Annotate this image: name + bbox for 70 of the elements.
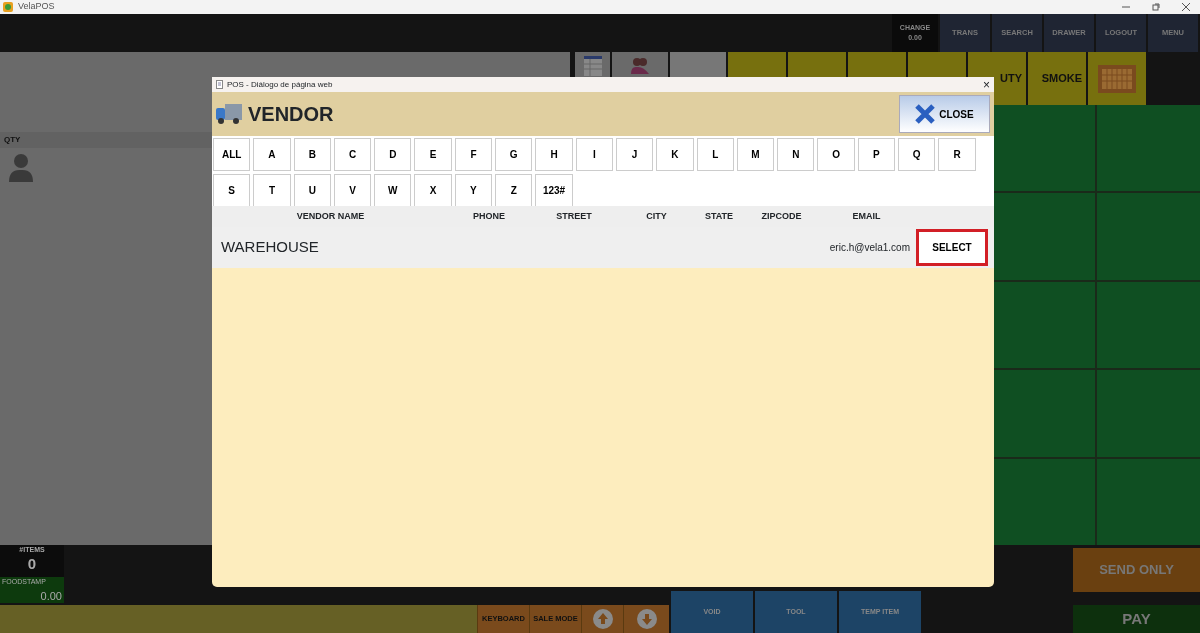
vendor-name: WAREHOUSE xyxy=(220,237,320,258)
item-tile[interactable] xyxy=(1097,458,1200,545)
letter-filter-button[interactable]: Y xyxy=(454,174,493,207)
scroll-up-button[interactable] xyxy=(581,605,623,633)
restore-icon[interactable] xyxy=(1152,3,1160,11)
letter-filter-button[interactable]: R xyxy=(938,138,976,171)
app-logo-icon xyxy=(3,2,13,12)
letter-filter-button[interactable]: Z xyxy=(495,174,533,207)
letter-filter-button[interactable]: C xyxy=(333,138,372,171)
dialog-close-button[interactable]: × xyxy=(983,77,990,94)
vendor-email: eric.h@vela1.com xyxy=(828,241,911,255)
letter-filter-button[interactable]: B xyxy=(293,138,331,171)
item-tile[interactable] xyxy=(992,370,1095,457)
column-header: STREET xyxy=(555,209,593,223)
item-tile[interactable] xyxy=(1097,370,1200,457)
letter-filter-button[interactable]: G xyxy=(495,138,533,171)
column-header: PHONE xyxy=(472,209,506,223)
people-icon xyxy=(630,56,650,74)
letter-filter-button[interactable]: N xyxy=(777,138,815,171)
select-button[interactable]: SELECT xyxy=(916,229,988,266)
category-button[interactable]: SMOKE xyxy=(1028,52,1086,105)
letter-filter-button[interactable]: F xyxy=(454,138,493,171)
letter-filter-button[interactable]: U xyxy=(293,174,331,207)
column-header: STATE xyxy=(703,209,735,223)
item-tile[interactable] xyxy=(1097,281,1200,369)
letter-filter-button[interactable]: X xyxy=(414,174,452,207)
item-tile[interactable] xyxy=(992,105,1095,192)
column-header: ZIPCODE xyxy=(760,209,803,223)
letter-filter-button[interactable]: A xyxy=(253,138,291,171)
page-icon xyxy=(216,80,223,89)
letter-filter-button[interactable]: Q xyxy=(898,138,936,171)
truck-icon xyxy=(216,104,242,124)
letter-filter-button[interactable]: I xyxy=(575,138,613,171)
table-icon xyxy=(583,56,602,76)
item-tile[interactable] xyxy=(1097,193,1200,280)
column-header: CITY xyxy=(645,209,668,223)
letter-filter-button[interactable]: O xyxy=(817,138,855,171)
letter-filter-button[interactable]: T xyxy=(253,174,291,207)
dialog-heading: VENDOR xyxy=(248,102,334,127)
item-tile[interactable] xyxy=(992,458,1095,545)
items-count: 0 xyxy=(26,555,38,572)
letter-filter-button[interactable]: ALL xyxy=(213,138,251,171)
item-tile[interactable] xyxy=(992,281,1095,369)
item-tile[interactable] xyxy=(992,193,1095,280)
foodstamp-value: 0.00 xyxy=(39,588,62,604)
keyboard-button[interactable] xyxy=(1088,52,1146,105)
keyboard-icon xyxy=(1098,64,1136,93)
letter-filter-button[interactable]: D xyxy=(374,138,412,171)
letter-filter-button[interactable]: 123# xyxy=(535,174,573,207)
letter-filter-button[interactable]: W xyxy=(374,174,412,207)
column-header: VENDOR NAME xyxy=(295,209,366,223)
close-button[interactable]: CLOSE xyxy=(899,95,990,133)
letter-filter-button[interactable]: S xyxy=(213,174,251,207)
item-tile[interactable] xyxy=(1097,105,1200,192)
close-icon[interactable] xyxy=(915,104,936,124)
letter-filter-button[interactable]: H xyxy=(535,138,573,171)
letter-filter-button[interactable]: L xyxy=(696,138,734,171)
user-avatar-icon xyxy=(8,152,34,182)
letter-filter-button[interactable]: J xyxy=(615,138,654,171)
scroll-down-button[interactable] xyxy=(623,605,669,633)
minimize-icon[interactable] xyxy=(1122,3,1130,11)
letter-filter-button[interactable]: V xyxy=(333,174,372,207)
window-title: VelaPOS xyxy=(18,0,55,14)
letter-filter-button[interactable]: M xyxy=(736,138,775,171)
column-header: EMAIL xyxy=(851,209,882,223)
letter-filter-button[interactable]: K xyxy=(656,138,694,171)
dialog-title: POS - Diálogo de página web xyxy=(227,78,333,91)
letter-filter-button[interactable]: E xyxy=(414,138,452,171)
letter-filter-button[interactable]: P xyxy=(857,138,896,171)
close-icon[interactable] xyxy=(1182,3,1190,11)
